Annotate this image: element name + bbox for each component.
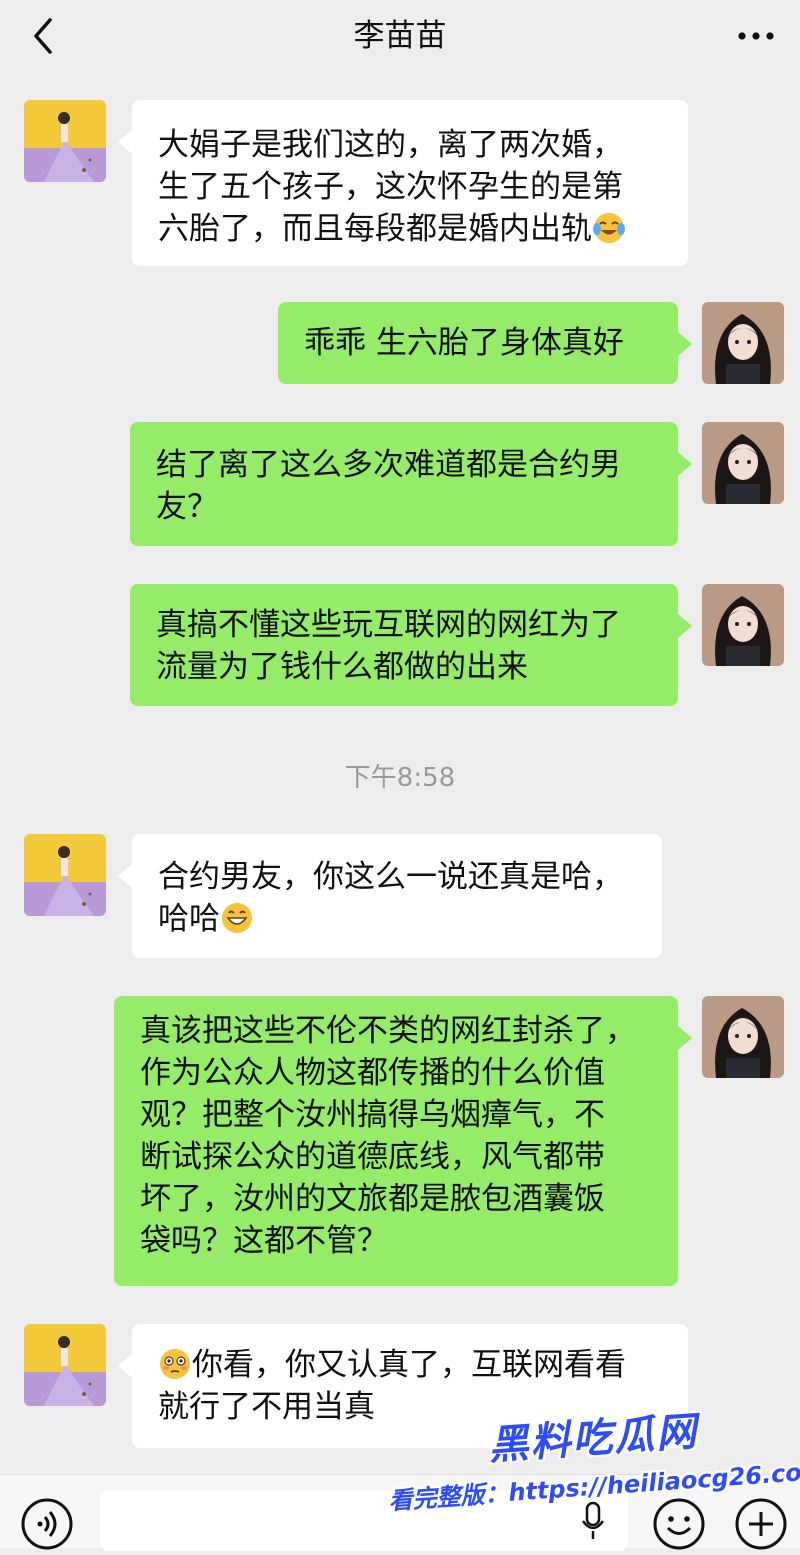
contact-avatar[interactable] (24, 1324, 106, 1406)
anime-girl-avatar-icon (702, 422, 784, 504)
message-text: 真搞不懂这些玩互联网的网红为了 流量为了钱什么都做的出来 (156, 607, 621, 685)
input-bar (0, 1474, 800, 1551)
self-avatar[interactable] (702, 422, 784, 504)
more-functions-button[interactable] (734, 1497, 788, 1551)
emoji-button[interactable] (652, 1497, 706, 1551)
message-text: 真该把这些不伦不类的网红封杀了， 作为公众人物这都传播的什么价值 观？把整个汝州… (140, 1013, 636, 1259)
grinning-emoji-icon (222, 903, 252, 933)
timestamp: 下午8:58 (344, 763, 456, 793)
woman-in-dress-avatar-icon (24, 1324, 106, 1406)
message-bubble-sent[interactable]: 真搞不懂这些玩互联网的网红为了 流量为了钱什么都做的出来 (130, 584, 692, 706)
self-avatar[interactable] (702, 584, 784, 666)
smiley-icon (653, 1498, 705, 1550)
message-bubble-sent[interactable]: 真该把这些不伦不类的网红封杀了， 作为公众人物这都传播的什么价值 观？把整个汝州… (114, 996, 692, 1286)
contact-avatar[interactable] (24, 100, 106, 182)
contact-avatar[interactable] (24, 834, 106, 916)
message-bubble-sent[interactable]: 乖乖 生六胎了身体真好 (278, 302, 692, 384)
message-text: 你看，你又认真了，互联网看看 就行了不用当真 (158, 1347, 626, 1425)
flushed-emoji-icon (160, 1349, 190, 1379)
message-text: 结了离了这么多次难道都是合约男 友？ (156, 447, 621, 525)
voice-icon (21, 1498, 73, 1550)
self-avatar[interactable] (702, 996, 784, 1078)
woman-in-dress-avatar-icon (24, 834, 106, 916)
message-text: 大娟子是我们这的，离了两次婚， 生了五个孩子，这次怀孕生的是第 六胎了，而且每段… (158, 127, 623, 247)
message-text: 乖乖 生六胎了身体真好 (304, 325, 624, 361)
top-bar: 李苗苗 (0, 0, 800, 76)
voice-button[interactable] (20, 1497, 74, 1551)
more-button[interactable] (736, 26, 776, 46)
anime-girl-avatar-icon (702, 996, 784, 1078)
anime-girl-avatar-icon (702, 584, 784, 666)
message-bubble-received[interactable]: 大娟子是我们这的，离了两次婚， 生了五个孩子，这次怀孕生的是第 六胎了，而且每段… (118, 100, 688, 266)
message-input[interactable] (100, 1491, 628, 1551)
chat-title: 李苗苗 (353, 18, 447, 54)
message-bubble-received[interactable]: 你看，你又认真了，互联网看看 就行了不用当真 (118, 1324, 688, 1448)
ellipsis-icon (738, 32, 774, 40)
anime-girl-avatar-icon (702, 302, 784, 384)
woman-in-dress-avatar-icon (24, 100, 106, 182)
message-bubble-sent[interactable]: 结了离了这么多次难道都是合约男 友？ (130, 422, 692, 546)
crying-laughing-emoji-icon (593, 213, 625, 243)
message-bubble-received[interactable]: 合约男友，你这么一说还真是哈， 哈哈 (118, 834, 662, 958)
microphone-icon[interactable] (580, 1499, 606, 1545)
plus-icon (735, 1498, 787, 1550)
self-avatar[interactable] (702, 302, 784, 384)
